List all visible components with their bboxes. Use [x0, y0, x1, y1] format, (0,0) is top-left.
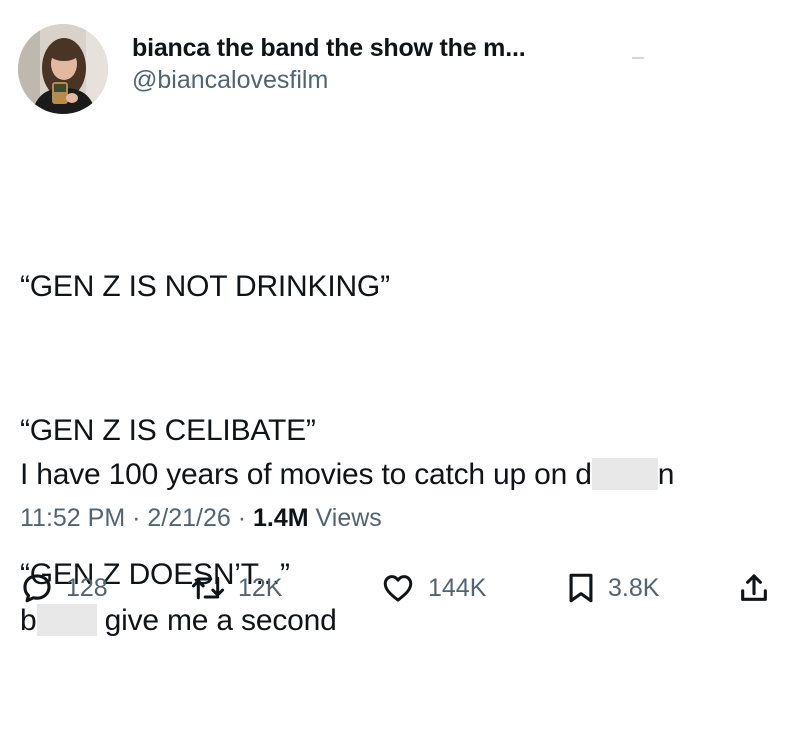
action-bar: 128 12K 144K 3.8K: [0, 560, 800, 616]
share-icon: [741, 574, 767, 601]
post-time[interactable]: 11:52 PM: [20, 504, 125, 532]
more-options-icon[interactable]: [632, 57, 644, 59]
heart-icon: [383, 575, 413, 602]
quote-line-1: “GEN Z IS NOT DRINKING”: [20, 270, 390, 303]
bookmark-icon: [569, 573, 593, 603]
tweet-paragraph: I have 100 years of movies to catch up o…: [20, 355, 674, 743]
paragraph-line-1-end: n: [657, 458, 675, 491]
meta-separator: ·: [230, 504, 254, 532]
reply-icon: [23, 574, 51, 603]
like-button[interactable]: 144K: [380, 560, 486, 616]
views-count[interactable]: 1.4M: [253, 504, 309, 532]
repost-count: 12K: [238, 573, 283, 602]
bookmark-count: 3.8K: [608, 573, 660, 602]
repost-button[interactable]: 12K: [190, 560, 282, 616]
paragraph-line-1-start: I have 100 years of movies to catch up o…: [20, 458, 592, 491]
author-display-name[interactable]: bianca the band the show the m...: [132, 32, 526, 64]
tweet-card: bianca the band the show the m... @bianc…: [0, 0, 800, 637]
reply-count: 128: [66, 573, 108, 602]
views-label: Views: [308, 504, 382, 532]
avatar-image: [18, 24, 108, 114]
bookmark-button[interactable]: 3.8K: [566, 560, 659, 616]
tweet-meta: 11:52 PM · 2/21/26 · 1.4M Views: [20, 500, 382, 536]
share-button[interactable]: [738, 560, 770, 616]
meta-separator: ·: [125, 504, 148, 532]
avatar[interactable]: [18, 24, 108, 114]
paragraph-line-1: I have 100 years of movies to catch up o…: [20, 451, 674, 501]
reply-button[interactable]: 128: [20, 560, 108, 616]
repost-icon: [191, 576, 225, 600]
like-count: 144K: [428, 573, 487, 602]
author-handle[interactable]: @biancalovesfilm: [132, 64, 525, 96]
tweet-header: bianca the band the show the m... @bianc…: [18, 24, 526, 114]
author-names: bianca the band the show the m... @bianc…: [132, 32, 526, 96]
censored-word-block: [591, 458, 658, 490]
post-date[interactable]: 2/21/26: [147, 504, 230, 532]
